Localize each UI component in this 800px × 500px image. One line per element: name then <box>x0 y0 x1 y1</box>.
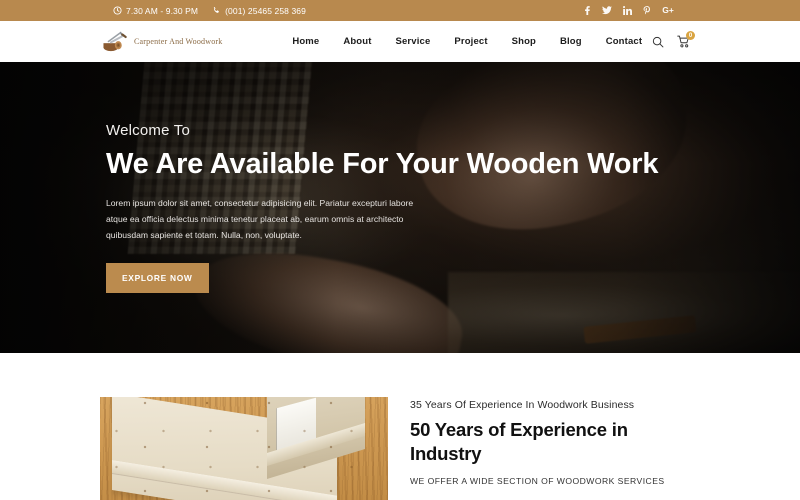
nav-item-service[interactable]: Service <box>396 36 431 47</box>
pinterest-icon[interactable] <box>643 6 651 15</box>
twitter-icon[interactable] <box>602 6 613 15</box>
business-hours: 7.30 AM - 9.30 PM <box>113 6 198 16</box>
wood-log-tools-icon <box>101 30 129 54</box>
phone-number[interactable]: (001) 25465 258 369 <box>212 6 306 16</box>
about-eyebrow: 35 Years Of Experience In Woodwork Busin… <box>410 399 635 411</box>
business-hours-text: 7.30 AM - 9.30 PM <box>126 5 199 16</box>
explore-now-button[interactable]: EXPLORE NOW <box>106 263 209 294</box>
googleplus-icon[interactable]: G+ <box>662 6 674 15</box>
nav-item-home[interactable]: Home <box>292 36 319 47</box>
social-links: G+ <box>583 6 674 15</box>
about-text: 35 Years Of Experience In Woodwork Busin… <box>410 397 665 486</box>
about-inner: 35 Years Of Experience In Woodwork Busin… <box>100 397 700 500</box>
main-navigation: Home About Service Project Shop Blog Con… <box>232 36 642 47</box>
header-actions: 0 <box>652 31 695 48</box>
nav-item-project[interactable]: Project <box>454 36 487 47</box>
nav-item-blog[interactable]: Blog <box>560 36 582 47</box>
site-logo-text: Carpenter And Woodwork <box>134 37 223 46</box>
hero-banner: Welcome To We Are Available For Your Woo… <box>0 62 800 353</box>
site-header: Carpenter And Woodwork Home About Servic… <box>0 21 800 62</box>
nav-item-contact[interactable]: Contact <box>606 36 642 47</box>
top-info-bar: 7.30 AM - 9.30 PM (001) 25465 258 369 G+ <box>0 0 800 21</box>
about-image <box>100 397 388 500</box>
clock-icon <box>113 6 122 15</box>
phone-number-text: (001) 25465 258 369 <box>225 5 306 16</box>
nav-item-shop[interactable]: Shop <box>512 36 536 47</box>
facebook-icon[interactable] <box>583 6 591 15</box>
hero-eyebrow: Welcome To <box>106 122 190 139</box>
site-logo[interactable]: Carpenter And Woodwork <box>101 30 222 54</box>
phone-icon <box>212 6 221 15</box>
about-heading: 50 Years of Experience in Industry <box>410 419 628 464</box>
about-section: 35 Years Of Experience In Woodwork Busin… <box>0 353 800 500</box>
linkedin-icon[interactable] <box>623 6 633 15</box>
shopping-cart-icon[interactable]: 0 <box>677 31 695 48</box>
cart-count-badge: 0 <box>685 31 695 40</box>
hero-description: Lorem ipsum dolor sit amet, consectetur … <box>106 198 414 241</box>
search-icon[interactable] <box>652 36 664 48</box>
nav-item-about[interactable]: About <box>343 36 371 47</box>
about-subheading: WE OFFER A WIDE SECTION OF WOODWORK SERV… <box>410 476 665 487</box>
hero-content: Welcome To We Are Available For Your Woo… <box>0 62 800 294</box>
topbar-contact-group: 7.30 AM - 9.30 PM (001) 25465 258 369 <box>113 6 306 16</box>
hero-title: We Are Available For Your Wooden Work <box>106 148 659 180</box>
